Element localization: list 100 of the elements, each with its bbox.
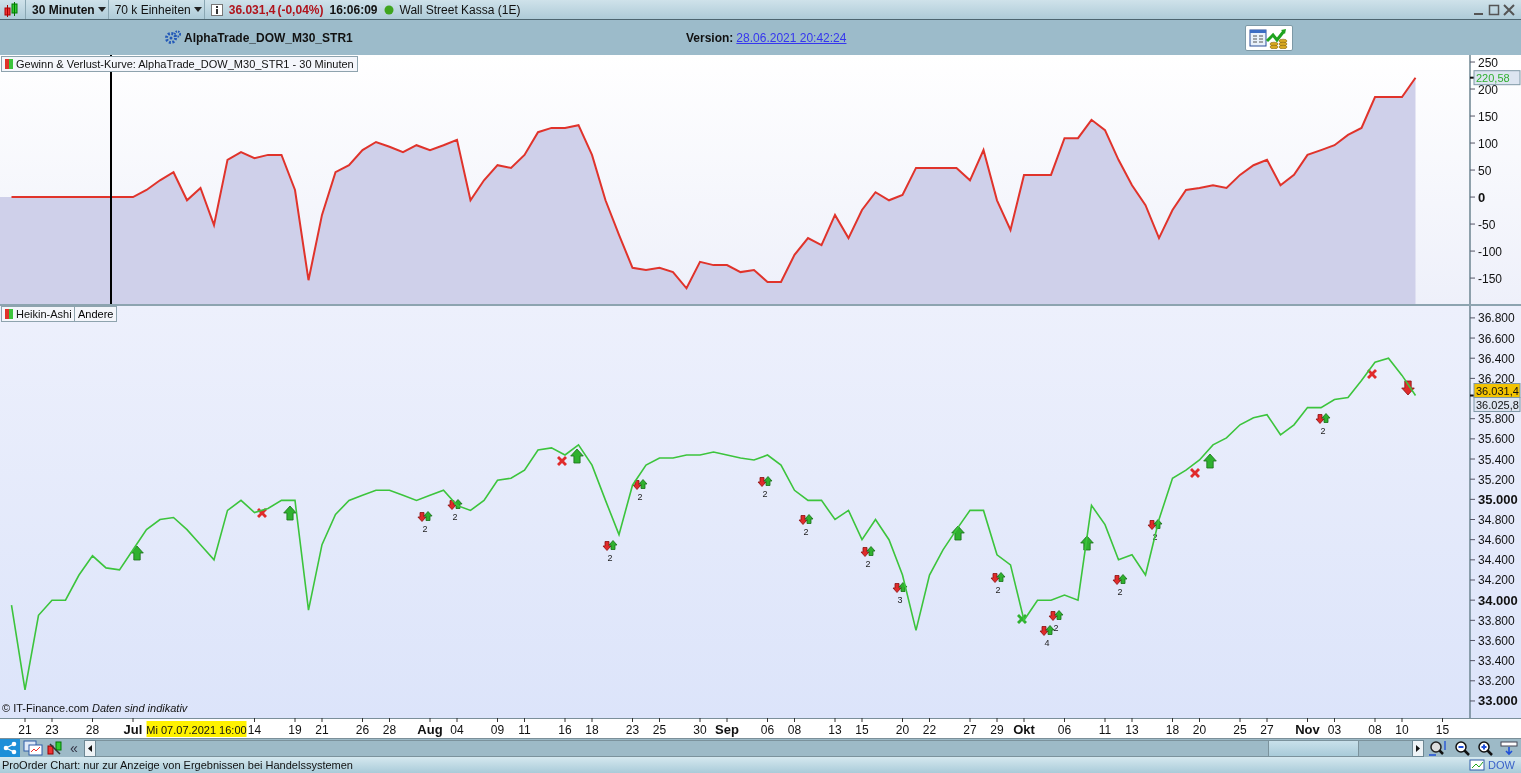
axis-label: 11 — [1098, 723, 1112, 737]
copyright-text: © IT-Finance.com — [2, 700, 89, 716]
symbol-link[interactable]: DOW — [1488, 757, 1515, 773]
axis-label: 08 — [1368, 723, 1382, 737]
axis-label: 35.400 — [1478, 452, 1515, 467]
axis-label: 21 — [18, 723, 32, 737]
legend-text: Gewinn & Verlust-Kurve: AlphaTrade_DOW_M30_STR1 - 30 Minuten — [16, 57, 354, 71]
axis-label: 27 — [963, 723, 977, 737]
axis-label: 36.800 — [1478, 311, 1515, 326]
axis-label: 50 — [1478, 163, 1492, 178]
axis-label: 33.400 — [1478, 654, 1515, 669]
axis-label: 0 — [1478, 189, 1486, 205]
time-value: 16:06:09 — [329, 1, 378, 19]
trade-count: 2 — [1117, 587, 1123, 597]
axis-label: 18 — [585, 723, 599, 737]
axis-label: 33.200 — [1478, 674, 1515, 689]
axis-label: 18 — [1165, 723, 1180, 737]
axis-label: 27 — [1260, 723, 1274, 737]
axis-label: 150 — [1478, 109, 1499, 124]
axis-label: 23 — [45, 723, 59, 737]
axis-label: 35.200 — [1478, 472, 1515, 487]
trade-count: 2 — [452, 512, 458, 522]
status-text: ProOrder Chart: nur zur Anzeige von Ergebnissen bei Handelssystemen — [2, 757, 353, 773]
axis-label: 35.000 — [1478, 491, 1518, 507]
axis-label: 34.400 — [1478, 553, 1515, 568]
timeframe-dropdown[interactable]: 30 Minuten — [26, 0, 108, 19]
axis-label: 04 — [450, 723, 464, 737]
trade-count: 2 — [1320, 426, 1326, 436]
axis-label: 16 — [558, 723, 572, 737]
axis-label: 06 — [1057, 723, 1072, 737]
axis-label: 22 — [922, 723, 937, 737]
axis-label: 25 — [652, 723, 667, 737]
price-change: (-0,04%) — [277, 1, 324, 19]
axis-label: 28 — [85, 723, 100, 737]
axis-label: Jul — [123, 722, 143, 737]
axis-label: 26 — [355, 723, 370, 737]
axis-label: Nov — [1295, 722, 1320, 737]
trade-count: 2 — [995, 585, 1001, 595]
axis-label: 13 — [1125, 723, 1139, 737]
axis-label: 33.000 — [1478, 693, 1518, 709]
trade-count: 3 — [897, 595, 903, 605]
axis-label: 34.800 — [1478, 513, 1515, 527]
system-title: AlphaTrade_DOW_M30_STR1 — [184, 29, 353, 47]
axis-label: -50 — [1478, 217, 1496, 232]
axis-label: 06 — [760, 723, 775, 737]
trade-count: 2 — [637, 492, 643, 502]
axis-label: 28 — [382, 723, 397, 737]
axis-label: 36.200 — [1478, 371, 1515, 386]
axis-label: 34.000 — [1478, 592, 1518, 608]
axis-label: 19 — [288, 723, 302, 737]
axis-label: 13 — [828, 723, 842, 737]
units-dropdown[interactable]: 70 k Einheiten — [108, 0, 204, 19]
trade-count: 2 — [865, 559, 871, 569]
trade-count: 4 — [1044, 638, 1050, 648]
axis-label: Sep — [715, 722, 739, 737]
axis-label: 29 — [990, 723, 1004, 737]
axis-label: 25 — [1233, 723, 1247, 737]
legend-text: Heikin-Ashi — [16, 307, 72, 321]
axis-label: -150 — [1478, 271, 1503, 286]
axis-label: 21 — [315, 723, 329, 737]
version-label: Version: — [686, 29, 734, 47]
instrument-name: Wall Street Kassa (1E) — [399, 1, 521, 19]
version-link[interactable]: 28.06.2021 20:42:24 — [736, 28, 847, 47]
axis-label: 23 — [625, 723, 640, 737]
axis-label: 20 — [1192, 723, 1207, 737]
axis-label: 14 — [247, 723, 262, 737]
axis-label: 03 — [1327, 723, 1342, 737]
disclaimer-text: Daten sind indikativ — [91, 700, 188, 716]
axis-label: 35.600 — [1478, 432, 1515, 447]
other-button[interactable]: Andere — [74, 306, 118, 322]
price-value: 36.031,4 — [228, 1, 276, 19]
collapse-button[interactable]: « — [70, 739, 84, 757]
axis-label: 250 — [1478, 55, 1499, 70]
axis-label: 09 — [490, 723, 505, 737]
axis-label: 34.600 — [1478, 533, 1515, 548]
trade-count: 2 — [422, 524, 428, 534]
axis-label: 36.600 — [1478, 331, 1515, 346]
axis-label: 20 — [895, 723, 910, 737]
value-tag: 220,58 — [1473, 70, 1521, 86]
trade-count: 2 — [607, 553, 613, 563]
value-tag: 36.025,8 — [1473, 397, 1521, 412]
axis-label: 36.400 — [1478, 351, 1515, 366]
axis-label: 33.800 — [1478, 613, 1515, 628]
value-tag: 36.031,4 — [1473, 383, 1521, 398]
axis-label: 34.200 — [1478, 573, 1515, 588]
axis-label: 35.800 — [1478, 412, 1515, 427]
axis-label: 30 — [693, 723, 707, 737]
date-cursor-label: Mi 07.07.2021 16:00 — [146, 721, 247, 737]
axis-label: Okt — [1013, 722, 1035, 737]
axis-label: 33.600 — [1478, 634, 1515, 648]
trade-count: 2 — [762, 489, 768, 499]
axis-label: 15 — [855, 723, 869, 737]
axis-label: 10 — [1395, 723, 1409, 737]
trade-count: 2 — [803, 527, 809, 537]
axis-label: 15 — [1435, 723, 1450, 737]
axis-label: 08 — [787, 723, 802, 737]
axis-label: Aug — [417, 722, 443, 737]
axis-label: -100 — [1478, 244, 1503, 259]
trade-count: 2 — [1053, 623, 1059, 633]
axis-label: 100 — [1478, 136, 1499, 151]
